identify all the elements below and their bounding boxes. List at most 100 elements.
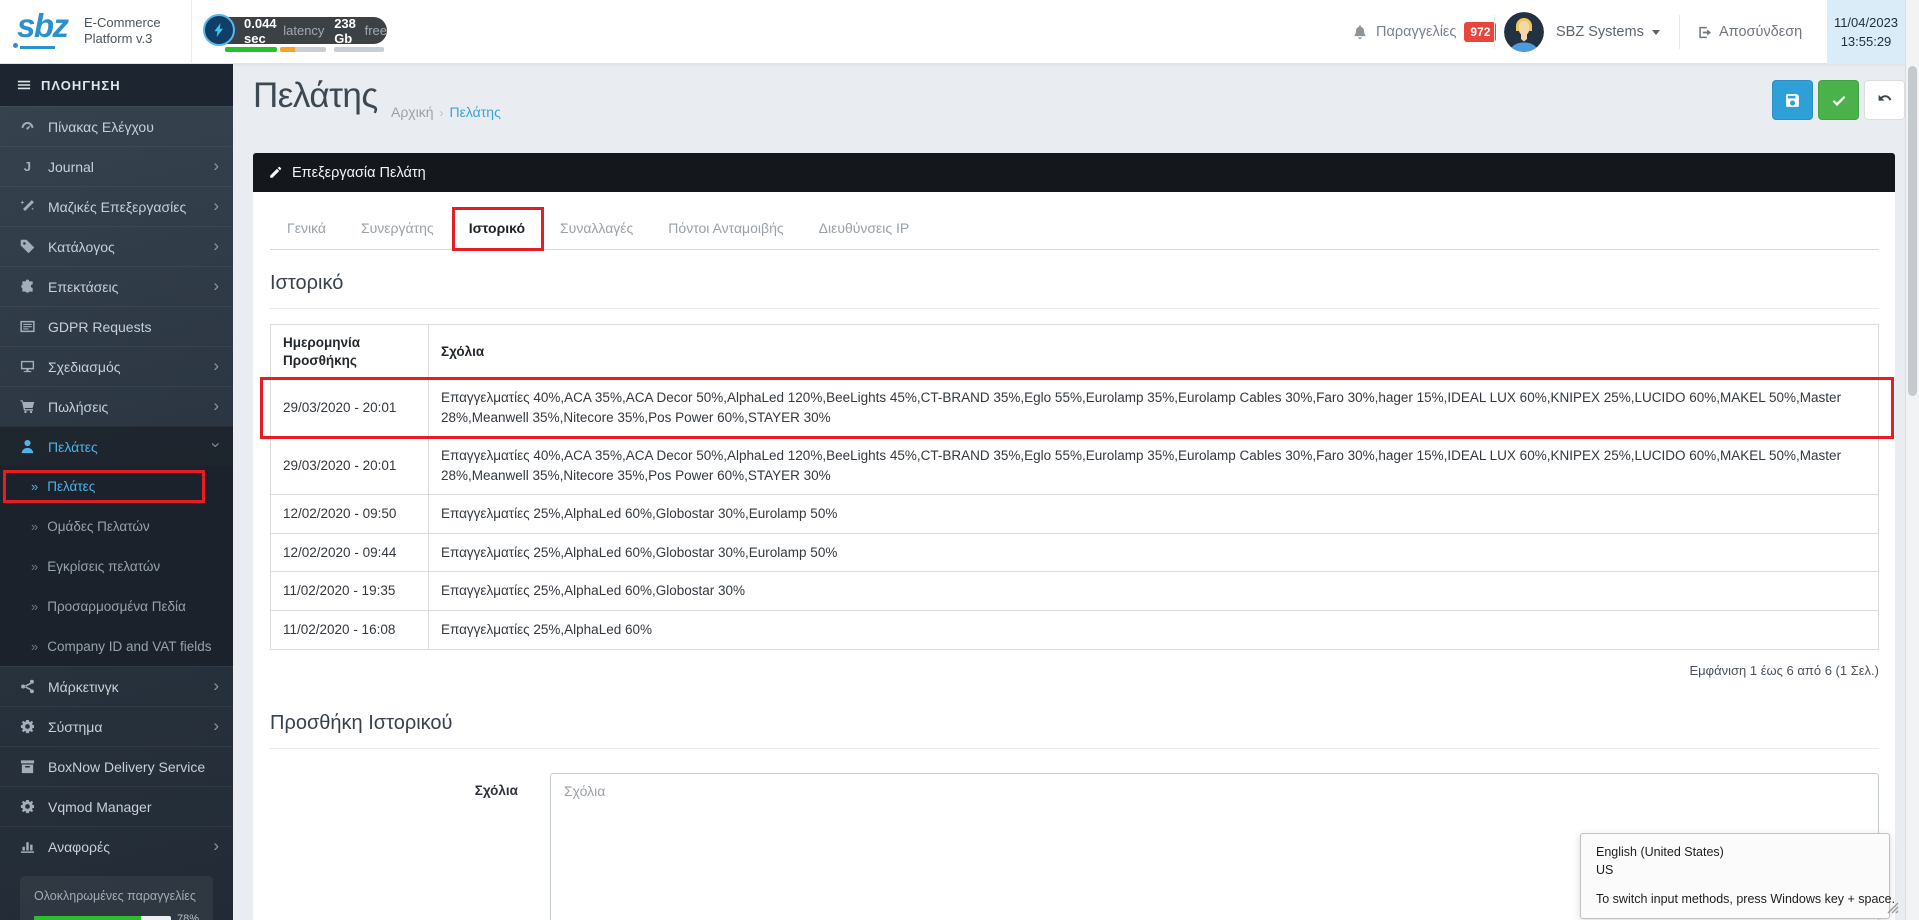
- user-menu[interactable]: SBZ Systems: [1556, 0, 1660, 64]
- logout-icon: [1697, 25, 1712, 40]
- sidebar-item-label: Σύστημα: [48, 719, 102, 735]
- brand-text: sbz: [17, 7, 68, 45]
- sidebar-item-journal[interactable]: J Journal: [0, 146, 233, 186]
- logo[interactable]: sbz E-Commerce Platform v.3: [0, 0, 192, 64]
- breadcrumb-current[interactable]: Πελάτης: [450, 104, 501, 120]
- sidebar-item-marketing[interactable]: Μάρκετινγκ: [0, 666, 233, 706]
- progress-gray: [334, 47, 384, 52]
- free-space-label: free: [365, 23, 387, 38]
- tab-ip-addresses[interactable]: Διευθύνσεις IP: [817, 209, 912, 249]
- sidebar-item-system[interactable]: Σύστημα: [0, 706, 233, 746]
- sidebar-item-label: Πελάτες: [48, 439, 98, 455]
- avatar[interactable]: [1504, 12, 1544, 52]
- orders-label: Παραγγελίες: [1376, 24, 1456, 40]
- sidebar-item-vqmod[interactable]: Vqmod Manager: [0, 786, 233, 826]
- gear-icon: [18, 799, 36, 814]
- latency-widget: 0.044 sec latency 238 Gb free: [207, 17, 387, 44]
- brand-underline: [20, 46, 55, 49]
- progress-orange: [280, 47, 326, 52]
- desktop-icon: [18, 359, 36, 374]
- row-comment: Επαγγελματίες 40%,ACA 35%,ACA Decor 50%,…: [429, 437, 1879, 495]
- breadcrumb-home[interactable]: Αρχική: [391, 104, 434, 120]
- top-bar: sbz E-Commerce Platform v.3 0.044 sec la…: [0, 0, 1919, 64]
- row-date: 29/03/2020 - 20:01: [271, 437, 429, 495]
- row-date: 11/02/2020 - 19:35: [271, 572, 429, 611]
- progress-green: [225, 47, 277, 52]
- sidebar-item-reports[interactable]: Αναφορές: [0, 826, 233, 866]
- scrollbar-thumb[interactable]: [1908, 66, 1917, 396]
- sidebar-item-label: BoxNow Delivery Service: [48, 759, 205, 775]
- submenu-item-customers[interactable]: Πελάτες: [0, 466, 233, 506]
- date: 11/04/2023: [1834, 13, 1898, 32]
- ime-tooltip: English (United States) US To switch inp…: [1580, 833, 1890, 919]
- sidebar-item-dashboard[interactable]: Πίνακας Ελέγχου: [0, 106, 233, 146]
- orders-count-badge: 972: [1464, 22, 1496, 42]
- sidebar-item-label: Σχεδιασμός: [48, 359, 120, 375]
- save-button[interactable]: [1772, 80, 1813, 120]
- table-row: 11/02/2020 - 19:35 Επαγγελματίες 25%,Alp…: [271, 572, 1879, 611]
- confirm-button[interactable]: [1818, 80, 1859, 120]
- logout-button[interactable]: Αποσύνδεση: [1697, 0, 1802, 64]
- row-comment: Επαγγελματίες 25%,AlphaLed 60%,Globostar…: [429, 533, 1879, 572]
- resize-grip-icon[interactable]: [1886, 901, 1900, 920]
- sidebar-item-label: GDPR Requests: [48, 319, 151, 335]
- tab-affiliate[interactable]: Συνεργάτης: [359, 209, 436, 249]
- sidebar-item-gdpr[interactable]: GDPR Requests: [0, 306, 233, 346]
- divider: [1494, 15, 1495, 49]
- time: 13:55:29: [1841, 32, 1892, 51]
- sidebar-item-extensions[interactable]: Επεκτάσεις: [0, 266, 233, 306]
- pagination-info: Εμφάνιση 1 έως 6 από 6 (1 Σελ.): [270, 663, 1879, 678]
- submenu-item-customer-groups[interactable]: Ομάδες Πελατών: [0, 506, 233, 546]
- panel-body: Γενικά Συνεργάτης Ιστορικό Συναλλαγές Πό…: [253, 192, 1895, 920]
- user-name: SBZ Systems: [1556, 24, 1644, 40]
- submenu-item-company-vat[interactable]: Company ID and VAT fields: [0, 626, 233, 666]
- undo-arrow-icon: [1877, 92, 1893, 108]
- tab-general[interactable]: Γενικά: [285, 209, 328, 249]
- sidebar-item-catalog[interactable]: Κατάλογος: [0, 226, 233, 266]
- magic-wand-icon: [18, 199, 36, 214]
- latency-label: latency: [283, 23, 324, 38]
- sidebar-item-boxnow[interactable]: BoxNow Delivery Service: [0, 746, 233, 786]
- bell-icon: [1352, 24, 1368, 40]
- row-comment: Επαγγελματίες 40%,ACA 35%,ACA Decor 50%,…: [429, 379, 1879, 437]
- list-icon: [18, 319, 36, 334]
- page-header: Πελάτης Αρχική › Πελάτης: [233, 64, 1905, 153]
- back-button[interactable]: [1864, 80, 1905, 120]
- breadcrumb-separator: ›: [440, 106, 444, 120]
- submenu-item-custom-fields[interactable]: Προσαρμοσμένα Πεδία: [0, 586, 233, 626]
- sidebar-item-label: Πωλήσεις: [48, 399, 108, 415]
- tab-reward-points[interactable]: Πόντοι Ανταμοιβής: [666, 209, 785, 249]
- sidebar-item-design[interactable]: Σχεδιασμός: [0, 346, 233, 386]
- user-icon: [18, 439, 36, 454]
- brand-subtitle: E-Commerce Platform v.3: [84, 15, 161, 47]
- datetime-display: 11/04/2023 13:55:29: [1827, 0, 1905, 64]
- tab-transactions[interactable]: Συναλλαγές: [558, 209, 635, 249]
- sidebar-item-sales[interactable]: Πωλήσεις: [0, 386, 233, 426]
- column-header-comment: Σχόλια: [429, 325, 1879, 379]
- brand-dot: [13, 43, 18, 48]
- sidebar-item-label: Μάρκετινγκ: [48, 679, 119, 695]
- page-title: Πελάτης: [253, 76, 378, 116]
- comment-label: Σχόλια: [270, 773, 518, 920]
- sidebar-item-bulk-edit[interactable]: Μαζικές Επεξεργασίες: [0, 186, 233, 226]
- sidebar-item-label: Journal: [48, 159, 94, 175]
- row-comment: Επαγγελματίες 25%,AlphaLed 60%,Globostar…: [429, 572, 1879, 611]
- latency-value: 0.044 sec: [244, 16, 279, 46]
- row-comment: Επαγγελματίες 25%,AlphaLed 60%: [429, 611, 1879, 650]
- latency-progress-bars: [225, 47, 385, 52]
- submenu-item-customer-approvals[interactable]: Εγκρίσεις πελατών: [0, 546, 233, 586]
- page-scrollbar[interactable]: [1905, 0, 1919, 920]
- sidebar-header: ΠΛΟΗΓΗΣΗ: [0, 64, 233, 106]
- sidebar-item-customers[interactable]: Πελάτες: [0, 426, 233, 466]
- sidebar-item-label: Vqmod Manager: [48, 799, 152, 815]
- tab-history[interactable]: Ιστορικό: [467, 209, 527, 249]
- orders-notification[interactable]: Παραγγελίες 972: [1352, 0, 1496, 64]
- breadcrumb: Αρχική › Πελάτης: [391, 104, 501, 120]
- bar-chart-icon: [18, 839, 36, 854]
- free-space-value: 238 Gb: [334, 16, 360, 46]
- chevron-down-icon: [1652, 30, 1660, 35]
- row-date: 12/02/2020 - 09:44: [271, 533, 429, 572]
- tag-icon: [18, 239, 36, 254]
- column-header-date: Ημερομηνία Προσθήκης: [271, 325, 429, 379]
- check-icon: [1831, 92, 1847, 108]
